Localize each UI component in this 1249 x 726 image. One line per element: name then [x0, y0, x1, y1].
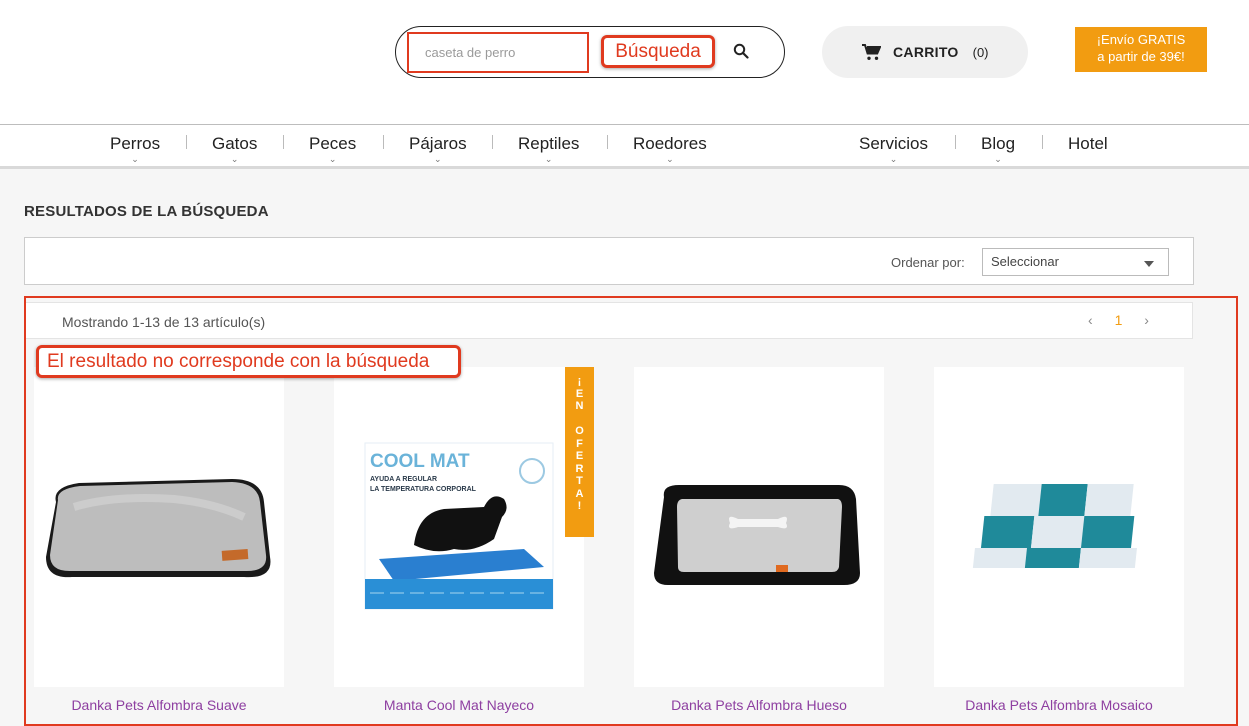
pagination-next-icon[interactable]: › — [1144, 312, 1149, 328]
offer-badge-char: R — [575, 462, 584, 475]
offer-badge-char: N — [575, 400, 584, 412]
nav-item-reptiles[interactable]: Reptiles ⌄ — [518, 134, 580, 164]
pagination-prev-icon[interactable]: ‹ — [1088, 312, 1093, 328]
product-image — [46, 479, 271, 578]
annotation-results-label: El resultado no corresponde con la búsqu… — [36, 345, 461, 378]
offer-badge-char: F — [576, 437, 583, 450]
sort-label: Ordenar por: — [891, 255, 965, 270]
cool-mat-title: COOL MAT — [370, 451, 470, 472]
offer-badge-char: E — [575, 450, 584, 462]
nav-item-gatos[interactable]: Gatos ⌄ — [212, 134, 258, 164]
nav-label: Servicios — [859, 134, 928, 153]
offer-badge: ¡ E N O F E R T A ! — [565, 367, 594, 537]
nav-item-peces[interactable]: Peces ⌄ — [309, 134, 357, 164]
chevron-down-icon: ⌄ — [544, 154, 553, 164]
product-card-mosaico[interactable] — [934, 367, 1184, 687]
offer-badge-char: O — [575, 425, 584, 437]
annotation-search-label: Búsqueda — [601, 35, 715, 68]
nav-item-blog[interactable]: Blog ⌄ — [981, 134, 1016, 164]
nav-divider — [383, 135, 384, 149]
pagination-page[interactable]: 1 — [1115, 312, 1123, 328]
nav-item-perros[interactable]: Perros ⌄ — [110, 134, 161, 164]
results-bar: Mostrando 1-13 de 13 artículo(s) ‹ 1 › — [24, 302, 1193, 339]
nav-item-hotel[interactable]: Hotel — [1068, 134, 1108, 154]
chevron-down-icon: ⌄ — [434, 154, 442, 164]
page-title: RESULTADOS DE LA BÚSQUEDA — [24, 203, 269, 220]
chevron-down-icon: ⌄ — [666, 154, 674, 164]
offer-badge-char: ! — [577, 500, 582, 512]
sort-bar: Ordenar por: Seleccionar — [24, 237, 1194, 285]
chevron-down-icon: ⌄ — [889, 154, 898, 164]
cart-icon — [862, 43, 881, 60]
nav-label: Blog — [981, 134, 1016, 153]
nav-item-pajaros[interactable]: Pájaros ⌄ — [409, 134, 467, 164]
product-name[interactable]: Danka Pets Alfombra Mosaico — [909, 697, 1209, 713]
search-icon — [733, 43, 749, 59]
pagination: ‹ 1 › — [1088, 312, 1167, 328]
chevron-down-icon: ⌄ — [131, 154, 139, 164]
search-button[interactable] — [728, 38, 754, 64]
nav-divider — [1042, 135, 1043, 149]
product-name[interactable]: Danka Pets Alfombra Suave — [9, 697, 309, 713]
sort-select-value: Seleccionar — [991, 254, 1059, 269]
cool-mat-subtitle-2: LA TEMPERATURA CORPORAL — [370, 486, 477, 493]
product-image — [972, 484, 1137, 568]
product-image — [654, 485, 860, 585]
promo-line-1: ¡Envío GRATIS — [1096, 32, 1186, 47]
nav-divider — [186, 135, 187, 149]
caret-down-icon — [1144, 261, 1154, 267]
chevron-down-icon: ⌄ — [230, 154, 239, 164]
results-count: Mostrando 1-13 de 13 artículo(s) — [62, 314, 266, 330]
nav-divider — [492, 135, 493, 149]
product-image: COOL MAT AYUDA A REGULAR LA TEMPERATURA … — [364, 442, 554, 610]
product-name[interactable]: Danka Pets Alfombra Hueso — [609, 697, 909, 713]
nav-label: Reptiles — [518, 134, 580, 153]
offer-badge-char: T — [576, 475, 583, 487]
free-shipping-banner[interactable]: ¡Envío GRATIS a partir de 39€! — [1075, 27, 1207, 72]
product-card-hueso[interactable] — [634, 367, 884, 687]
search-input[interactable] — [407, 32, 589, 73]
nav-label: Perros — [110, 134, 161, 153]
product-card-suave[interactable] — [34, 367, 284, 687]
sort-select[interactable]: Seleccionar — [982, 248, 1169, 276]
nav-divider — [955, 135, 956, 149]
nav-item-servicios[interactable]: Servicios ⌄ — [859, 134, 928, 164]
offer-badge-char: ¡ — [577, 375, 582, 387]
cart-button[interactable]: CARRITO (0) — [822, 26, 1028, 78]
nav-label: Roedores — [633, 134, 707, 153]
promo-line-2: a partir de 39€! — [1097, 49, 1185, 64]
offer-badge-char — [565, 413, 594, 426]
chevron-down-icon: ⌄ — [328, 154, 337, 164]
nav-divider — [607, 135, 608, 149]
chevron-down-icon: ⌄ — [994, 154, 1002, 164]
nav-item-roedores[interactable]: Roedores ⌄ — [633, 134, 707, 164]
product-name[interactable]: Manta Cool Mat Nayeco — [309, 697, 609, 713]
nav-label: Peces — [309, 134, 357, 153]
offer-badge-char: E — [575, 387, 584, 400]
product-card-cool-mat[interactable]: COOL MAT AYUDA A REGULAR LA TEMPERATURA … — [334, 367, 584, 687]
cart-count: (0) — [972, 44, 989, 60]
nav-label: Pájaros — [409, 134, 467, 153]
cart-label: CARRITO — [893, 44, 959, 60]
nav-label: Gatos — [212, 134, 258, 153]
main-nav: Perros ⌄ Gatos ⌄ Peces ⌄ Pájaros ⌄ Reptiles ⌄… — [0, 124, 1249, 169]
offer-badge-char: A — [575, 487, 584, 500]
cool-mat-subtitle-1: AYUDA A REGULAR — [370, 476, 437, 483]
nav-divider — [283, 135, 284, 149]
nav-label: Hotel — [1068, 134, 1108, 153]
